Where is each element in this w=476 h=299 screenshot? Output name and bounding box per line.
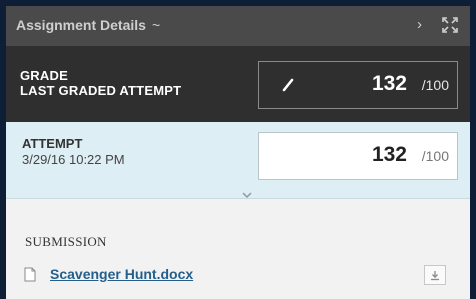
- attempt-score: 132: [371, 143, 407, 166]
- chevron-right-icon[interactable]: ›: [417, 16, 422, 33]
- attempt-label: ATTEMPT: [22, 136, 83, 151]
- fullscreen-icon[interactable]: [442, 17, 458, 33]
- assignment-details-panel: Assignment Details ~ › GRADE LAST GRADED…: [6, 6, 470, 299]
- grade-label: GRADE LAST GRADED ATTEMPT: [20, 68, 181, 98]
- grade-label-subtitle: LAST GRADED ATTEMPT: [20, 83, 182, 98]
- attempt-date: 3/29/16 10:22 PM: [22, 152, 125, 167]
- download-button[interactable]: [424, 265, 446, 285]
- grade-label-title: GRADE: [20, 68, 68, 83]
- attempt-section[interactable]: ATTEMPT 3/29/16 10:22 PM 132 /100: [6, 122, 470, 199]
- grade-max-points: /100: [421, 77, 449, 93]
- panel-title[interactable]: Assignment Details ~: [16, 17, 160, 33]
- grade-score: 132: [371, 72, 407, 95]
- chevron-down-icon[interactable]: [241, 186, 253, 199]
- document-icon: [24, 267, 36, 282]
- grade-score-box[interactable]: 132 /100: [258, 61, 458, 109]
- submission-section: SUBMISSION Scavenger Hunt.docx: [6, 199, 470, 299]
- attempt-max-points: /100: [421, 148, 449, 164]
- panel-title-text: Assignment Details: [16, 17, 146, 33]
- submission-heading: SUBMISSION: [25, 234, 107, 249]
- title-dropdown-caret[interactable]: ~: [152, 17, 160, 33]
- panel-header: Assignment Details ~ ›: [6, 6, 470, 46]
- pencil-icon[interactable]: [281, 77, 295, 93]
- window-frame: Assignment Details ~ › GRADE LAST GRADED…: [0, 0, 476, 299]
- submission-file-link[interactable]: Scavenger Hunt.docx: [50, 266, 193, 282]
- grade-section: GRADE LAST GRADED ATTEMPT 132 /100: [6, 46, 470, 122]
- download-icon: [431, 271, 439, 281]
- attempt-score-box[interactable]: 132 /100: [258, 132, 458, 180]
